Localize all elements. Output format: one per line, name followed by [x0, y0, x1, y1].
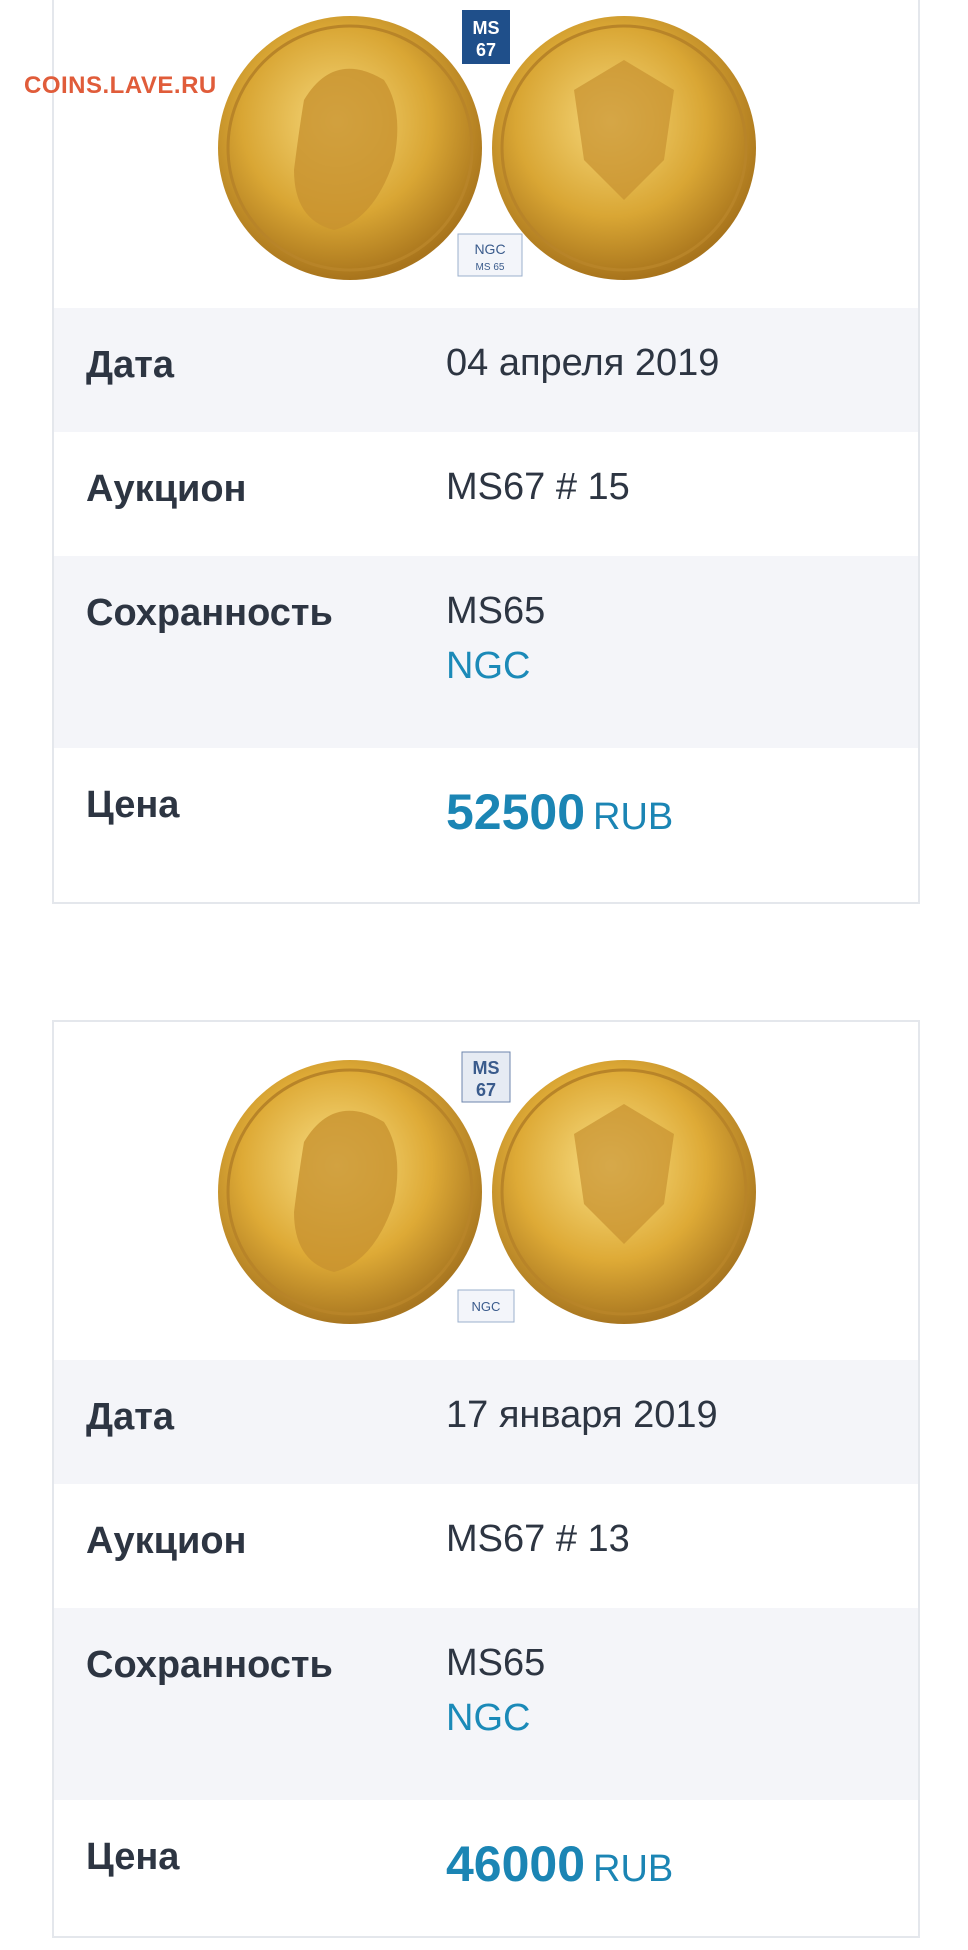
row-condition: Сохранность MS65 NGC — [54, 1608, 918, 1800]
svg-text:MS: MS — [473, 1058, 500, 1078]
coin-image: MS 67 NGC MS 65 — [218, 10, 756, 280]
label-date: Дата — [86, 344, 174, 386]
row-auction: Аукцион MS67 # 15 — [54, 432, 918, 556]
row-auction: Аукцион MS67 # 13 — [54, 1484, 918, 1608]
row-date: Дата 17 января 2019 — [54, 1360, 918, 1484]
value-price: 46000 RUB — [446, 1828, 673, 1950]
label-price: Цена — [86, 1836, 180, 1878]
row-price: Цена 46000 RUB — [54, 1800, 918, 1950]
price-currency: RUB — [593, 1848, 674, 1890]
row-price: Цена 52500 RUB — [54, 748, 918, 898]
label-condition: Сохранность — [86, 1644, 333, 1686]
label-condition: Сохранность — [86, 592, 333, 634]
value-condition: MS65 NGC — [446, 584, 545, 748]
label-price: Цена — [86, 784, 180, 826]
label-auction: Аукцион — [86, 1520, 247, 1562]
price-amount: 52500 — [446, 784, 586, 840]
label-date: Дата — [86, 1396, 174, 1438]
coin-photo[interactable]: MS 67 NGC — [54, 1022, 918, 1360]
grader-link[interactable]: NGC — [446, 639, 545, 694]
coin-image: MS 67 NGC — [218, 1051, 756, 1324]
svg-text:MS 65: MS 65 — [476, 262, 505, 273]
auction-lot-card: MS 67 NGC Дата 17 января 2019 Аукцион MS… — [52, 1020, 920, 1938]
label-auction: Аукцион — [86, 468, 247, 510]
row-date: Дата 04 апреля 2019 — [54, 308, 918, 432]
svg-text:NGC: NGC — [474, 241, 505, 257]
grade-value: MS65 — [446, 590, 546, 632]
price-amount: 46000 — [446, 1836, 586, 1892]
value-condition: MS65 NGC — [446, 1636, 545, 1800]
grade-value: MS65 — [446, 1642, 546, 1684]
value-auction[interactable]: MS67 # 13 — [446, 1512, 630, 1608]
value-date: 17 января 2019 — [446, 1394, 718, 1436]
value-date: 04 апреля 2019 — [446, 342, 720, 384]
svg-text:67: 67 — [476, 40, 496, 60]
site-watermark: COINS.LAVE.RU — [24, 72, 217, 99]
coin-photo[interactable]: MS 67 NGC MS 65 — [54, 0, 918, 308]
grader-link[interactable]: NGC — [446, 1691, 545, 1746]
price-currency: RUB — [593, 796, 674, 838]
value-auction[interactable]: MS67 # 15 — [446, 460, 630, 556]
value-price: 52500 RUB — [446, 776, 673, 898]
auction-lot-card: MS 67 NGC MS 65 Дата 04 апреля 2019 Аукц… — [52, 0, 920, 904]
svg-text:NGC: NGC — [472, 1299, 501, 1314]
row-condition: Сохранность MS65 NGC — [54, 556, 918, 748]
svg-text:MS: MS — [473, 18, 500, 38]
svg-text:67: 67 — [476, 1080, 496, 1100]
